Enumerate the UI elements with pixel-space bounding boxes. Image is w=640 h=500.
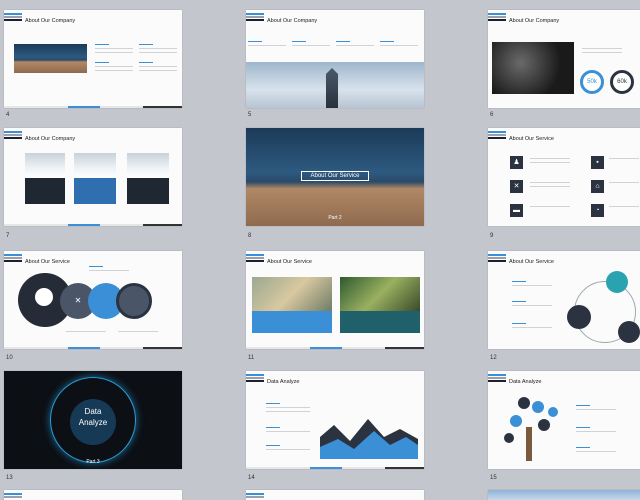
slide-thumbnail-8[interactable]: About Our Service Part 2 [246,128,424,226]
slide-header-bars [488,374,506,383]
clock-circle [116,283,152,319]
chart-icon [606,271,628,293]
slide-thumbnail-7[interactable]: About Our Company [4,128,182,226]
mountain-area-chart [320,419,418,459]
slide-photo-concert [492,42,574,94]
slide-header-bars [246,374,264,383]
slide-photo-pier [14,44,87,73]
slide-number: 6 [490,112,494,118]
slide-header-bars [4,13,22,22]
slide-header-bars [488,254,506,263]
clock-icon: ◔ [591,204,604,217]
slide-title: About Our Service [25,259,70,265]
slide-thumbnail-4[interactable]: About Our Company [4,10,182,108]
person-icon [35,288,53,306]
tree-trunk [526,427,532,461]
slide-header-bars [4,254,22,263]
slide-number: 5 [248,112,252,118]
slide-thumbnail-17[interactable] [246,490,424,500]
slide-photo-snow-2 [74,153,116,178]
slide-thumbnail-15[interactable]: Data Analyze [488,371,640,469]
slide-text-card-1 [252,311,332,333]
slide-title: About Our Company [25,136,76,142]
slide-thumbnail-16[interactable] [4,490,182,500]
slide-number: 14 [248,475,255,481]
slide-number: 4 [6,112,10,118]
section-title: About Our Service [301,171,369,181]
slide-thumbnail-9[interactable]: About Our Service ♟ ✕ ▬ ▪ ⌂ ◔ [488,128,640,226]
slide-title: About Our Service [509,136,554,142]
slide-header-bars [246,13,264,22]
section-title-line-2: Analyze [78,418,108,427]
slide-title: About Our Company [267,18,318,24]
slide-number: 9 [490,233,494,239]
stat-circle-50k: 50k [580,70,604,94]
slide-text-card-2 [340,311,420,333]
slide-number: 15 [490,475,497,481]
slide-header-bars [488,13,506,22]
slide-thumbnail-14[interactable]: Data Analyze [246,371,424,469]
person-icon: ♟ [510,156,523,169]
slide-title: Data Analyze [509,379,542,385]
slide-thumbnail-18[interactable] [488,490,640,500]
slide-number: 8 [248,233,252,239]
briefcase-icon [618,321,640,343]
truck-icon: ▬ [510,204,523,217]
slide-thumbnail-6[interactable]: About Our Company 50k 60k [488,10,640,108]
slide-photo-snow-1 [25,153,65,178]
slide-title: About Our Service [267,259,312,265]
section-part: Part 2 [328,215,342,221]
chat-icon: ▪ [591,156,604,169]
tree-node-5 [548,407,558,417]
slide-text-card-1 [25,178,65,204]
group-icon [567,305,591,329]
slide-text-card-3 [127,178,169,204]
slide-thumbnail-11[interactable]: About Our Service [246,251,424,349]
slide-number: 11 [248,355,255,361]
tree-node-4 [538,419,550,431]
slide-header-bars [4,131,22,140]
slide-thumbnail-13[interactable]: Data Analyze Part 3 [4,371,182,469]
tree-node-2 [532,401,544,413]
section-part: Part 3 [86,459,100,465]
slide-photo-tower [246,62,424,108]
slide-number: 13 [6,475,13,481]
tools-icon: ✕ [510,180,523,193]
stat-circle-60k: 60k [610,70,634,94]
slide-photo-snow-3 [127,153,169,178]
slide-text-card-2 [74,178,116,204]
slide-number: 7 [6,233,10,239]
slide-thumbnail-5[interactable]: About Our Company [246,10,424,108]
slide-header-bars [488,131,506,140]
slide-number: 10 [6,355,13,361]
slide-number: 12 [490,355,497,361]
slide-title: About Our Service [509,259,554,265]
slide-header-bars [246,254,264,263]
house-icon: ⌂ [591,180,604,193]
tree-node-1 [518,397,530,409]
tree-node-3 [510,415,522,427]
section-title-line-1: Data [84,407,102,416]
slide-thumbnail-10[interactable]: About Our Service ✕ [4,251,182,349]
slide-title: Data Analyze [267,379,300,385]
slide-thumbnail-12[interactable]: About Our Service [488,251,640,349]
slide-title: About Our Company [509,18,560,24]
slide-title: About Our Company [25,18,76,24]
slide-photo-market [340,277,420,311]
slide-photo-food [252,277,332,311]
tree-node-6 [504,433,514,443]
